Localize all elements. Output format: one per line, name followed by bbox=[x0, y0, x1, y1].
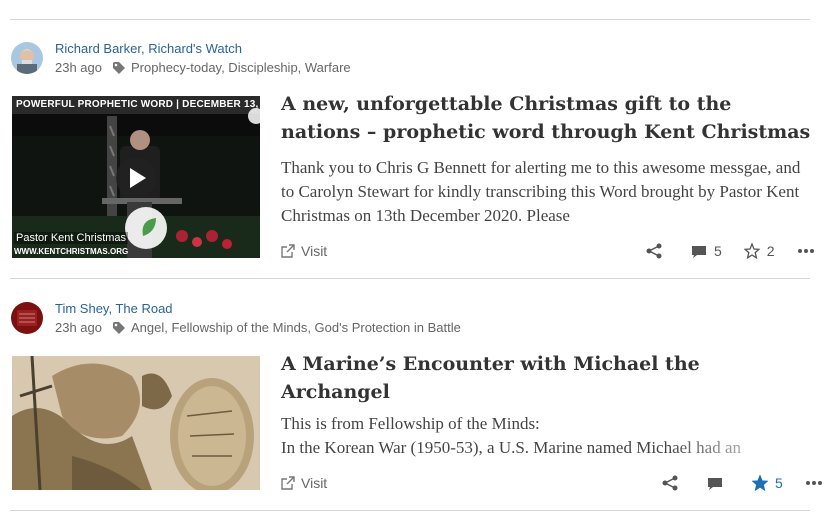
visit-label: Visit bbox=[301, 475, 328, 491]
star-button[interactable]: 5 bbox=[752, 475, 783, 491]
post-tags[interactable]: Angel, Fellowship of the Minds, God's Pr… bbox=[131, 320, 461, 335]
comment-icon bbox=[692, 245, 706, 258]
comments-button[interactable] bbox=[707, 476, 730, 491]
author-link[interactable]: Tim Shey, The Road bbox=[55, 301, 173, 316]
post-actions: 5 2 bbox=[646, 243, 822, 259]
visit-link[interactable]: Visit bbox=[281, 243, 327, 259]
separator-middle bbox=[10, 278, 810, 279]
more-icon bbox=[805, 481, 822, 485]
comments-button[interactable]: 5 bbox=[691, 243, 722, 259]
post-excerpt: Thank you to Chris G Bennett for alertin… bbox=[281, 156, 806, 228]
separator-bottom bbox=[10, 510, 810, 511]
thumbnail-caption: Pastor Kent Christmas bbox=[14, 232, 129, 244]
star-button[interactable]: 2 bbox=[743, 243, 775, 259]
tag-icon bbox=[112, 321, 126, 335]
external-link-icon bbox=[281, 244, 295, 258]
post-time: 23h ago bbox=[55, 320, 102, 335]
share-icon bbox=[662, 475, 678, 491]
play-icon[interactable] bbox=[116, 158, 156, 198]
author-link[interactable]: Richard Barker, Richard's Watch bbox=[55, 41, 242, 56]
share-button[interactable] bbox=[662, 475, 685, 491]
stars-count: 5 bbox=[775, 475, 783, 491]
post-time: 23h ago bbox=[55, 60, 102, 75]
post-actions: 5 bbox=[662, 475, 830, 491]
star-icon bbox=[743, 243, 760, 259]
avatar[interactable] bbox=[11, 302, 43, 334]
visit-label: Visit bbox=[301, 243, 328, 259]
post-thumbnail[interactable]: POWERFUL PROPHETIC WORD | DECEMBER 13, 2… bbox=[12, 96, 260, 258]
avatar[interactable] bbox=[11, 42, 43, 74]
stars-count: 2 bbox=[766, 243, 775, 259]
share-icon bbox=[646, 243, 662, 259]
post-thumbnail[interactable] bbox=[12, 356, 260, 490]
share-button[interactable] bbox=[646, 243, 669, 259]
post-meta: 23h ago Angel, Fellowship of the Minds, … bbox=[55, 320, 461, 335]
visit-link[interactable]: Visit bbox=[281, 475, 327, 491]
more-button[interactable] bbox=[805, 480, 830, 486]
post-meta: 23h ago Prophecy-today, Discipleship, Wa… bbox=[55, 60, 351, 75]
external-link-icon bbox=[281, 476, 295, 490]
more-icon bbox=[797, 249, 814, 253]
thumbnail-url: WWW.KENTCHRISTMAS.ORG bbox=[14, 247, 129, 256]
post-title[interactable]: A new, unforgettable Christmas gift to t… bbox=[281, 90, 811, 146]
comments-count: 5 bbox=[714, 243, 722, 259]
separator-top bbox=[10, 19, 810, 20]
more-button[interactable] bbox=[797, 248, 822, 254]
post-tags[interactable]: Prophecy-today, Discipleship, Warfare bbox=[131, 60, 351, 75]
post-excerpt: This is from Fellowship of the Minds: In… bbox=[281, 388, 806, 460]
comment-icon bbox=[708, 477, 722, 490]
thumbnail-banner: POWERFUL PROPHETIC WORD | DECEMBER 13, 2… bbox=[16, 99, 260, 110]
tag-icon bbox=[112, 61, 126, 75]
star-icon bbox=[752, 475, 768, 491]
